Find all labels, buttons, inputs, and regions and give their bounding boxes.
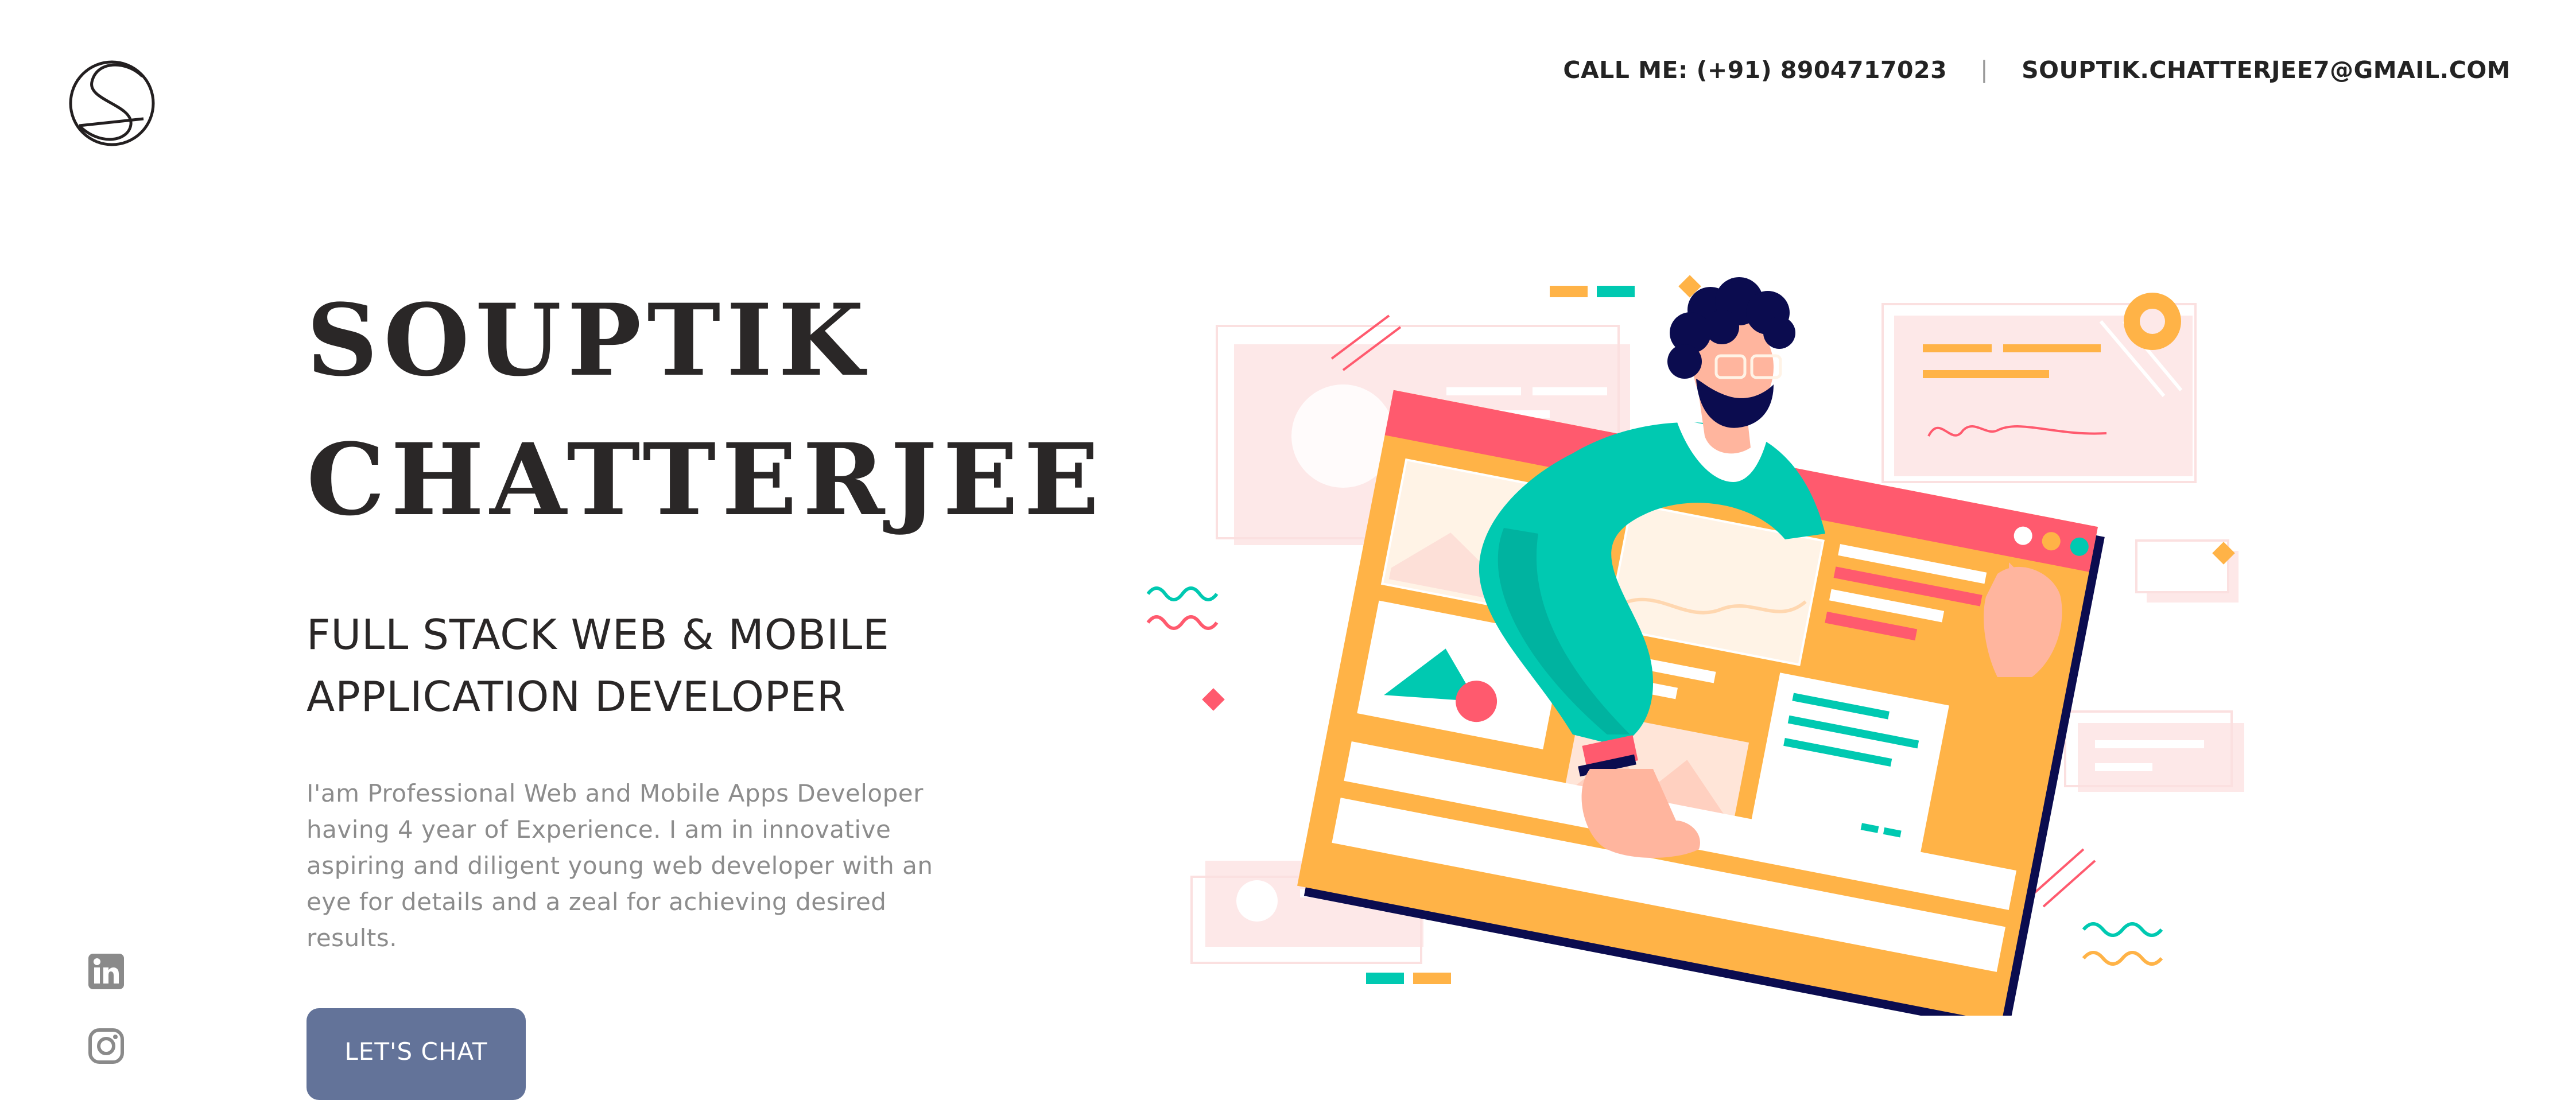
email-link[interactable]: SOUPTIK.CHATTERJEE7@GMAIL.COM [2022, 56, 2511, 84]
lets-chat-button[interactable]: LET'S CHAT [307, 1008, 526, 1100]
name-first: SOUPTIK [307, 282, 870, 398]
instagram-icon[interactable] [87, 1027, 125, 1065]
phone-link[interactable]: CALL ME: (+91) 8904717023 [1563, 56, 1947, 84]
contact-separator: | [1980, 57, 1989, 83]
role-title: FULL STACK WEB & MOBILE APPLICATION DEVE… [307, 604, 1053, 728]
developer-illustration [1146, 275, 2244, 1016]
contact-bar: CALL ME: (+91) 8904717023 | SOUPTIK.CHAT… [1563, 54, 2511, 86]
role-line-1: FULL STACK WEB & MOBILE [307, 611, 890, 659]
name-last: CHATTERJEE [307, 421, 1105, 538]
bio-text: I'am Professional Web and Mobile Apps De… [307, 779, 933, 952]
linkedin-icon[interactable] [87, 953, 125, 990]
site-logo-icon[interactable] [69, 55, 155, 152]
role-line-2: APPLICATION DEVELOPER [307, 673, 846, 721]
